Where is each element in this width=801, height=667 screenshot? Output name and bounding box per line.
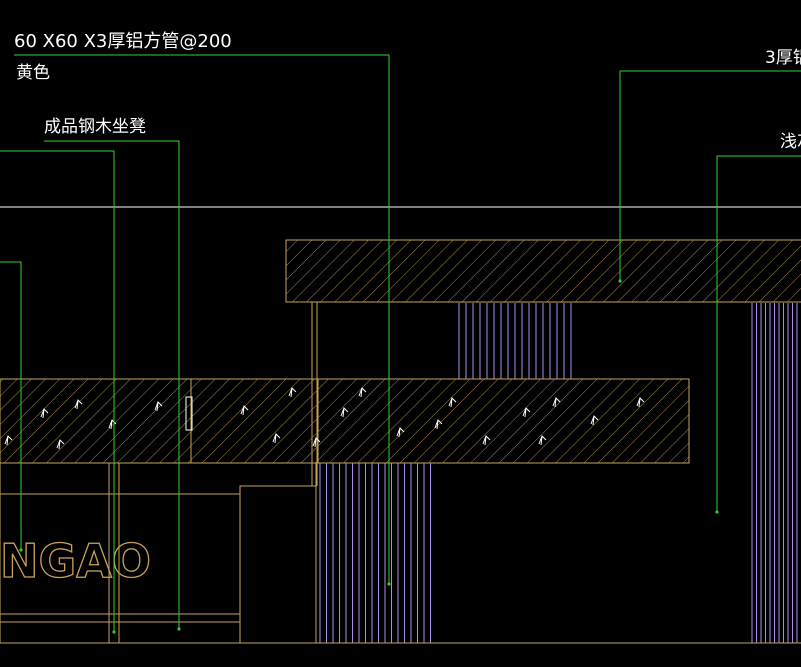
leader-dot-right-mid — [715, 510, 719, 514]
base-box — [239, 485, 317, 644]
label-tube-spec: 60 X60 X3厚铝方管@200 — [14, 31, 232, 52]
cad-drawing-canvas: NGAO 60 X60 X3厚铝方管@200 黄色 成品钢木坐凳 3厚铝 浅灰 — [0, 31, 801, 644]
label-bench: 成品钢木坐凳 — [44, 117, 146, 137]
leader-dot-tube-spec — [387, 582, 391, 586]
tube-lines-upper — [458, 303, 572, 379]
tube-lines-lower — [319, 463, 431, 643]
leader-dot-left-1 — [112, 630, 116, 634]
leader-dot-right-top — [618, 279, 622, 283]
label-right-top: 3厚铝 — [765, 48, 801, 68]
leader-dot-bench — [177, 627, 181, 631]
top-hatched-panel — [285, 239, 801, 303]
label-tube-color: 黄色 — [16, 63, 50, 83]
logo-lettering: NGAO — [0, 534, 151, 588]
bench-top-panel — [0, 378, 690, 464]
tube-lines-right — [751, 303, 798, 643]
leader-dot-left-2 — [19, 548, 23, 552]
label-right-mid: 浅灰 — [780, 132, 801, 152]
